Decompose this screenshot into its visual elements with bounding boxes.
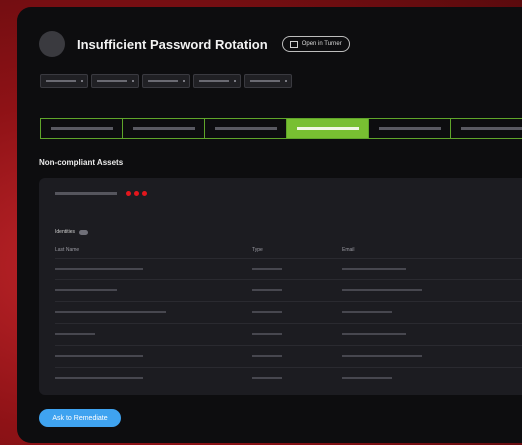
cell-type bbox=[252, 311, 282, 313]
tab-bar bbox=[40, 118, 522, 139]
column-header-name[interactable]: Last Name bbox=[55, 247, 79, 253]
row-divider bbox=[55, 279, 522, 280]
cell-type bbox=[252, 268, 282, 270]
cell-email bbox=[342, 311, 392, 313]
cell-name bbox=[55, 377, 143, 379]
cell-type bbox=[252, 355, 282, 357]
severity-dot bbox=[134, 191, 139, 196]
cell-name bbox=[55, 333, 95, 335]
filter-dropdown-3[interactable] bbox=[142, 74, 190, 88]
section-title: Non-compliant Assets bbox=[39, 158, 124, 167]
row-divider bbox=[55, 345, 522, 346]
identities-label: Identities bbox=[55, 229, 76, 235]
row-divider bbox=[55, 323, 522, 324]
chevron-down-icon bbox=[285, 80, 287, 82]
cell-name bbox=[55, 268, 143, 270]
assets-card: Identities Last Name Type Email bbox=[39, 178, 522, 395]
severity-indicator bbox=[126, 191, 147, 196]
ask-to-remediate-button[interactable]: Ask to Remediate bbox=[39, 409, 121, 427]
chevron-down-icon bbox=[234, 80, 236, 82]
chevron-down-icon bbox=[183, 80, 185, 82]
open-in-button[interactable]: Open in Turner bbox=[281, 36, 350, 52]
filter-bar bbox=[40, 74, 292, 88]
column-header-type[interactable]: Type bbox=[252, 247, 263, 253]
cell-email bbox=[342, 268, 406, 270]
chevron-down-icon bbox=[81, 80, 83, 82]
cell-type bbox=[252, 289, 282, 291]
tab-3[interactable] bbox=[205, 119, 287, 138]
header: Insufficient Password Rotation Open in T… bbox=[39, 29, 350, 59]
cell-email bbox=[342, 333, 406, 335]
filter-dropdown-1[interactable] bbox=[40, 74, 88, 88]
avatar bbox=[39, 31, 65, 57]
cell-email bbox=[342, 355, 422, 357]
modal-panel: Insufficient Password Rotation Open in T… bbox=[17, 7, 522, 443]
row-divider bbox=[55, 301, 522, 302]
column-header-email[interactable]: Email bbox=[342, 247, 355, 253]
row-divider bbox=[55, 367, 522, 368]
tab-5[interactable] bbox=[369, 119, 451, 138]
cell-email bbox=[342, 377, 392, 379]
card-header bbox=[55, 191, 147, 196]
page-title: Insufficient Password Rotation bbox=[77, 36, 268, 52]
identities-heading: Identities bbox=[55, 229, 89, 235]
cell-type bbox=[252, 333, 282, 335]
open-in-label: Open in Turner bbox=[301, 41, 342, 47]
external-link-icon bbox=[289, 40, 298, 48]
tab-6[interactable] bbox=[451, 119, 522, 138]
severity-dot bbox=[126, 191, 131, 196]
cell-email bbox=[342, 289, 422, 291]
cell-name bbox=[55, 355, 143, 357]
filter-dropdown-4[interactable] bbox=[193, 74, 241, 88]
count-badge bbox=[79, 229, 89, 235]
cell-type bbox=[252, 377, 282, 379]
chevron-down-icon bbox=[132, 80, 134, 82]
filter-dropdown-2[interactable] bbox=[91, 74, 139, 88]
filter-dropdown-5[interactable] bbox=[244, 74, 292, 88]
row-divider bbox=[55, 258, 522, 259]
cell-name bbox=[55, 311, 166, 313]
tab-2[interactable] bbox=[123, 119, 205, 138]
tab-4-active[interactable] bbox=[287, 119, 369, 138]
cell-name bbox=[55, 289, 117, 291]
tab-1[interactable] bbox=[41, 119, 123, 138]
severity-dot bbox=[142, 191, 147, 196]
